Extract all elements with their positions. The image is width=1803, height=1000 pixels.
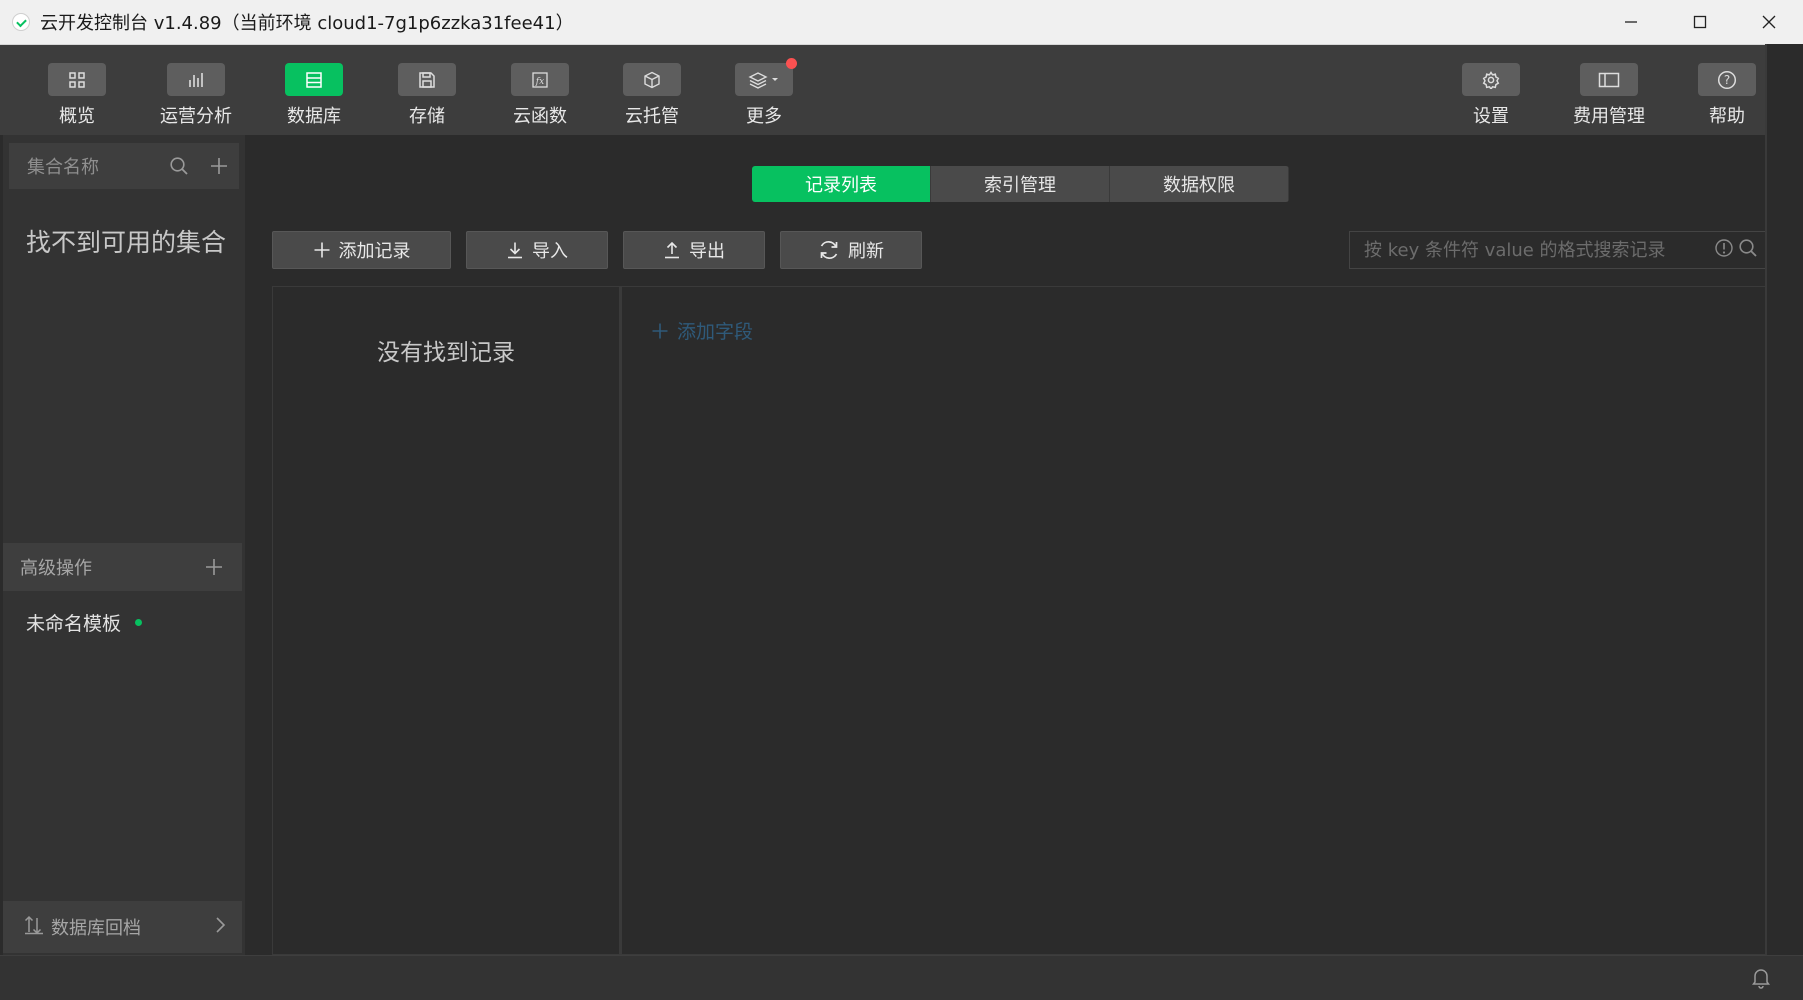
notification-dot bbox=[786, 58, 797, 69]
close-button[interactable] bbox=[1734, 0, 1803, 44]
search-icon[interactable] bbox=[1738, 238, 1758, 262]
collection-sidebar: 集合名称 找不到可用的集合 高级操作 未命名模板 数据库回档 bbox=[0, 135, 245, 955]
right-edge-panel bbox=[1765, 44, 1803, 999]
no-collections-text: 找不到可用的集合 bbox=[26, 228, 227, 257]
import-button[interactable]: 导入 bbox=[466, 231, 608, 269]
toolbar-database[interactable]: 数据库 bbox=[259, 63, 369, 128]
info-icon[interactable] bbox=[1714, 238, 1734, 262]
toolbar-storage[interactable]: 存储 bbox=[372, 63, 482, 128]
database-tabs: 记录列表 索引管理 数据权限 bbox=[752, 166, 1289, 202]
function-icon: fx bbox=[511, 63, 569, 96]
no-records-text: 没有找到记录 bbox=[377, 340, 515, 366]
record-list: 没有找到记录 bbox=[273, 287, 622, 954]
toolbar-more[interactable]: 更多 bbox=[709, 58, 819, 128]
search-icon bbox=[170, 157, 188, 175]
records-panel: 没有找到记录 添加字段 bbox=[272, 286, 1767, 955]
record-search-input[interactable] bbox=[1350, 238, 1714, 262]
refresh-label: 刷新 bbox=[848, 241, 884, 262]
toolbar-cloud-functions[interactable]: fx 云函数 bbox=[485, 63, 595, 128]
add-record-button[interactable]: 添加记录 bbox=[272, 231, 451, 269]
toolbar-settings[interactable]: 设置 bbox=[1436, 63, 1546, 128]
add-template-button[interactable] bbox=[194, 547, 234, 587]
toolbar-cloud-hosting[interactable]: 云托管 bbox=[597, 63, 707, 128]
layers-icon bbox=[735, 58, 797, 96]
rollback-icon bbox=[23, 915, 45, 939]
save-icon bbox=[398, 63, 456, 96]
toolbar-billing[interactable]: 费用管理 bbox=[1554, 63, 1664, 128]
rollback-label: 数据库回档 bbox=[51, 918, 141, 939]
toolbar-cloud-functions-label: 云函数 bbox=[513, 106, 567, 127]
help-icon: ? bbox=[1698, 63, 1756, 96]
advanced-operations-header: 高级操作 bbox=[3, 543, 242, 591]
cube-icon bbox=[623, 63, 681, 96]
tab-record-list[interactable]: 记录列表 bbox=[752, 166, 931, 202]
advanced-operations-label: 高级操作 bbox=[20, 558, 92, 579]
search-collection-button[interactable] bbox=[159, 146, 199, 186]
add-field-label: 添加字段 bbox=[677, 321, 754, 343]
refresh-button[interactable]: 刷新 bbox=[780, 231, 922, 269]
toolbar-cloud-hosting-label: 云托管 bbox=[625, 106, 679, 127]
plus-icon bbox=[211, 158, 227, 174]
billing-icon bbox=[1580, 63, 1638, 96]
tab-data-permissions[interactable]: 数据权限 bbox=[1110, 166, 1289, 202]
minimize-icon bbox=[1624, 21, 1637, 23]
toolbar-overview[interactable]: 概览 bbox=[22, 63, 132, 128]
add-field-button[interactable]: 添加字段 bbox=[651, 317, 753, 344]
add-collection-button[interactable] bbox=[199, 146, 239, 186]
refresh-icon bbox=[820, 241, 838, 259]
gear-icon bbox=[1462, 63, 1520, 96]
download-icon bbox=[508, 242, 522, 259]
close-icon bbox=[1762, 15, 1775, 29]
status-dot bbox=[135, 619, 143, 626]
record-search-box bbox=[1349, 231, 1769, 269]
collection-name-label: 集合名称 bbox=[27, 157, 99, 178]
plus-icon bbox=[206, 559, 222, 575]
database-icon bbox=[285, 63, 343, 96]
svg-text:?: ? bbox=[1724, 73, 1730, 87]
main-panel: 记录列表 索引管理 数据权限 添加记录 导入 导出 刷新 按 key 条件符 v… bbox=[246, 135, 1769, 955]
window-title: 云开发控制台 v1.4.89（当前环境 cloud1-7g1p6zzka31fe… bbox=[40, 13, 574, 34]
toolbar-analytics-label: 运营分析 bbox=[160, 106, 232, 127]
database-rollback-button[interactable]: 数据库回档 bbox=[3, 901, 242, 953]
bar-chart-icon bbox=[167, 63, 225, 96]
toolbar-database-label: 数据库 bbox=[287, 106, 341, 127]
toolbar-more-label: 更多 bbox=[746, 106, 782, 127]
toolbar-analytics[interactable]: 运营分析 bbox=[141, 63, 251, 128]
title-bar: 云开发控制台 v1.4.89（当前环境 cloud1-7g1p6zzka31fe… bbox=[0, 0, 1803, 45]
toolbar-billing-label: 费用管理 bbox=[1573, 106, 1645, 127]
toolbar-storage-label: 存储 bbox=[409, 106, 445, 127]
plus-icon bbox=[314, 242, 329, 258]
export-button[interactable]: 导出 bbox=[623, 231, 765, 269]
grid-icon bbox=[48, 63, 106, 96]
toolbar-overview-label: 概览 bbox=[59, 106, 95, 127]
collection-header: 集合名称 bbox=[9, 143, 239, 189]
status-bar bbox=[0, 955, 1803, 1000]
chevron-right-icon bbox=[214, 916, 226, 938]
export-label: 导出 bbox=[689, 241, 725, 262]
toolbar-settings-label: 设置 bbox=[1473, 106, 1509, 127]
template-item-label: 未命名模板 bbox=[26, 613, 122, 635]
template-item-untitled[interactable]: 未命名模板 bbox=[26, 609, 143, 636]
import-label: 导入 bbox=[532, 241, 568, 262]
upload-icon bbox=[665, 241, 679, 259]
window-controls bbox=[1596, 0, 1803, 44]
minimize-button[interactable] bbox=[1596, 0, 1665, 44]
app-logo-icon bbox=[12, 13, 30, 31]
add-record-label: 添加记录 bbox=[338, 241, 411, 262]
maximize-button[interactable] bbox=[1665, 0, 1734, 44]
maximize-icon bbox=[1693, 15, 1706, 29]
bell-icon[interactable] bbox=[1751, 967, 1771, 993]
plus-icon bbox=[652, 323, 668, 338]
tab-index-management[interactable]: 索引管理 bbox=[931, 166, 1110, 202]
main-toolbar: 概览 运营分析 数据库 存储 fx 云函数 云托管 更多 设置 费用管理 ? 帮… bbox=[0, 45, 1803, 135]
record-actions: 添加记录 导入 导出 刷新 bbox=[272, 231, 937, 269]
svg-text:fx: fx bbox=[535, 77, 544, 87]
